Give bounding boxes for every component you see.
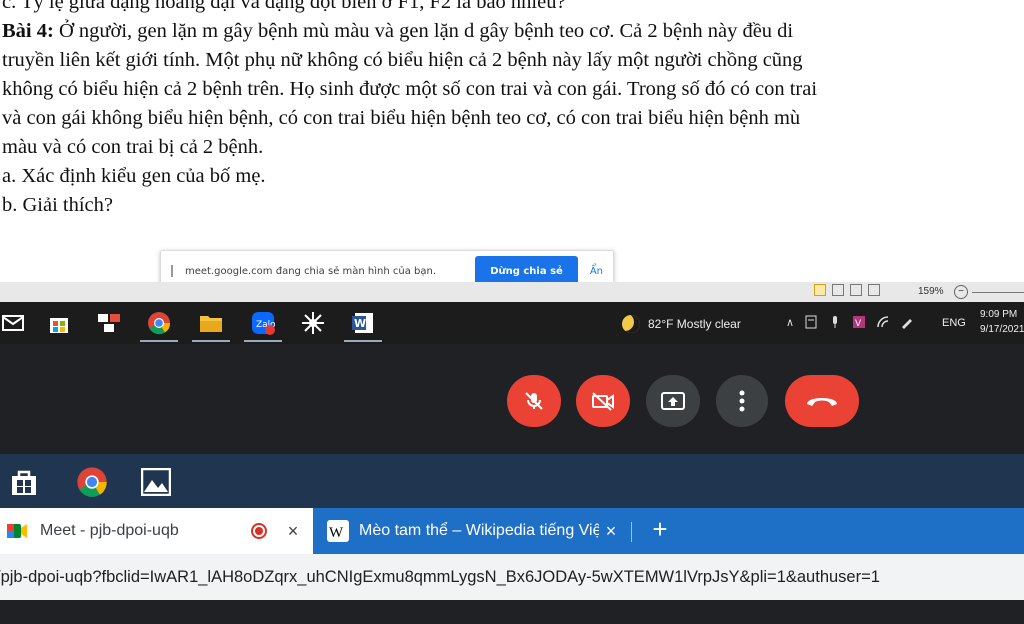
- wifi-icon[interactable]: [876, 315, 890, 329]
- web-layout-icon[interactable]: [850, 284, 862, 296]
- camera-toggle-button[interactable]: [576, 375, 630, 427]
- url-text[interactable]: /pjb-dpoi-uqb?fbclid=IwAR1_lAH8oDZqrx_uh…: [0, 568, 880, 587]
- system-tray: ∧ V: [786, 315, 914, 329]
- hide-banner-button[interactable]: Ẩn: [590, 266, 603, 277]
- close-tab-icon[interactable]: ×: [281, 521, 305, 542]
- camera-off-icon: [592, 392, 614, 411]
- drag-handle-icon[interactable]: [171, 265, 173, 277]
- language-indicator[interactable]: ENG: [942, 317, 966, 329]
- outline-icon[interactable]: [868, 284, 880, 296]
- close-tab-icon[interactable]: ×: [599, 521, 623, 542]
- zoom-out-button[interactable]: −: [954, 285, 968, 299]
- tab-title: Meet - pjb-dpoi-uqb: [40, 522, 179, 539]
- svg-text:W: W: [329, 525, 344, 541]
- recording-icon: [251, 523, 267, 539]
- address-bar[interactable]: /pjb-dpoi-uqb?fbclid=IwAR1_lAH8oDZqrx_uh…: [0, 554, 1024, 600]
- doc-line-text: Ở người, gen lặn m gây bệnh mù màu và ge…: [53, 20, 794, 42]
- tab-separator: [631, 522, 632, 542]
- doc-line: b. Giải thích?: [2, 194, 114, 216]
- antivirus-icon[interactable]: V: [852, 315, 866, 329]
- tab-title: Mèo tam thể – Wikipedia tiếng Việt: [359, 522, 599, 539]
- doc-line: màu và có con trai bị cả 2 bệnh.: [2, 136, 264, 158]
- svg-text:V: V: [855, 319, 862, 329]
- photos-icon[interactable]: [140, 466, 172, 498]
- new-tab-button[interactable]: +: [646, 516, 674, 544]
- clock[interactable]: 9:09 PM 9/17/2021: [980, 307, 1024, 337]
- leave-call-button[interactable]: [785, 375, 859, 427]
- doc-line: Bài 4: Ở người, gen lặn m gây bệnh mù mà…: [2, 17, 1012, 46]
- meet-control-bar: [0, 344, 1024, 454]
- file-explorer-icon[interactable]: [192, 310, 230, 342]
- doc-heading: Bài 4:: [2, 20, 54, 42]
- zalo-icon[interactable]: Zalo: [244, 310, 282, 342]
- tab-wikipedia[interactable]: W Mèo tam thể – Wikipedia tiếng Việt ×: [313, 508, 631, 554]
- more-icon: [739, 390, 745, 412]
- doc-line: a. Xác định kiểu gen của bố mẹ.: [2, 165, 266, 187]
- moon-icon: [622, 315, 640, 333]
- view-mode-buttons: [814, 284, 880, 296]
- tab-meet[interactable]: Meet - pjb-dpoi-uqb ×: [0, 508, 313, 554]
- pen-icon[interactable]: [900, 315, 914, 329]
- mic-toggle-button[interactable]: [507, 375, 561, 427]
- doc-line: c. Tỷ lệ giữa dạng hoang dại và dạng đột…: [2, 0, 566, 13]
- host-taskbar: [0, 454, 1024, 508]
- page-content-edge: [0, 600, 1024, 624]
- weather-widget[interactable]: 82°F Mostly clear: [622, 315, 741, 333]
- doc-line: và con gái không biểu hiện bệnh, có con …: [2, 107, 801, 129]
- document-text: c. Tỷ lệ giữa dạng hoang dại và dạng đột…: [2, 0, 1012, 220]
- browser-tab-strip: Meet - pjb-dpoi-uqb × W Mèo tam thể – Wi…: [0, 508, 1024, 554]
- doc-line: truyền liên kết giới tính. Một phụ nữ kh…: [2, 49, 803, 71]
- notebook-icon[interactable]: [804, 315, 818, 329]
- windows-start-icon[interactable]: [8, 466, 40, 498]
- app-icon[interactable]: [96, 310, 122, 336]
- present-button[interactable]: [646, 375, 700, 427]
- read-mode-icon[interactable]: [832, 284, 844, 296]
- present-icon: [661, 392, 685, 410]
- chevron-up-icon[interactable]: ∧: [786, 316, 794, 329]
- wikipedia-icon: W: [327, 520, 349, 542]
- more-options-button[interactable]: [716, 375, 768, 427]
- word-status-bar: 159% −: [0, 282, 1024, 302]
- shared-taskbar: Zalo W 82°F Mostly clear ∧ V ENG 9:09 PM…: [0, 302, 1024, 344]
- store-icon[interactable]: [46, 310, 72, 336]
- zoom-level[interactable]: 159%: [918, 286, 944, 297]
- print-layout-icon[interactable]: [814, 284, 826, 296]
- mail-icon[interactable]: [0, 310, 26, 336]
- hangup-icon: [807, 398, 837, 406]
- microphone-icon[interactable]: [828, 315, 842, 329]
- mic-off-icon: [525, 392, 543, 410]
- clock-time: 9:09 PM: [980, 309, 1018, 320]
- share-message: meet.google.com đang chia sẻ màn hình củ…: [185, 265, 437, 277]
- clock-date: 9/17/2021: [980, 324, 1024, 335]
- zoom-slider[interactable]: [972, 292, 1024, 293]
- settings-icon[interactable]: [300, 310, 326, 336]
- word-icon[interactable]: W: [344, 310, 382, 342]
- chrome-icon[interactable]: [140, 310, 178, 342]
- weather-text: 82°F Mostly clear: [648, 317, 741, 331]
- svg-text:W: W: [354, 317, 366, 330]
- shared-document: c. Tỷ lệ giữa dạng hoang dại và dạng đột…: [0, 0, 1024, 282]
- doc-line: không có biểu hiện cả 2 bệnh trên. Họ si…: [2, 78, 818, 100]
- chrome-icon[interactable]: [76, 466, 108, 498]
- google-meet-icon: [7, 524, 27, 538]
